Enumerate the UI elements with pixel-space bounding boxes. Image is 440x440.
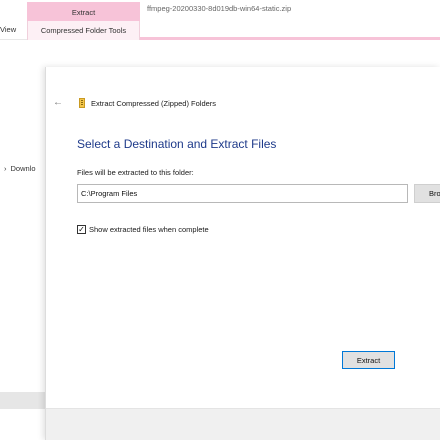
chevron-right-icon[interactable]: › — [4, 164, 7, 173]
browse-button[interactable]: Bro — [414, 184, 440, 203]
extract-dialog: ← Extract Compressed (Zipped) Folders Se… — [45, 67, 440, 440]
dialog-title: Extract Compressed (Zipped) Folders — [91, 99, 217, 108]
extract-button[interactable]: Extract — [342, 351, 395, 369]
ribbon-tab-extract[interactable]: Extract — [27, 2, 140, 22]
window-title: ffmpeg-20200330-8d019db-win64-static.zip — [147, 4, 292, 13]
navigation-pane: › Downlo — [0, 41, 45, 440]
ribbon-tab-view[interactable]: View — [0, 25, 16, 34]
ribbon-tab-compressed-folder-tools[interactable]: Compressed Folder Tools — [27, 21, 140, 40]
nav-item-label: Downlo — [10, 164, 36, 173]
ribbon-accent-strip — [140, 37, 440, 40]
show-files-checkbox-row[interactable]: ✓ Show extracted files when complete — [77, 225, 209, 234]
checkmark-icon: ✓ — [78, 224, 85, 234]
back-arrow-icon[interactable]: ← — [51, 96, 65, 108]
destination-label: Files will be extracted to this folder: — [77, 168, 194, 177]
nav-pane-selected-row[interactable] — [0, 392, 45, 409]
zip-folder-icon — [79, 98, 85, 108]
dialog-heading: Select a Destination and Extract Files — [77, 137, 277, 151]
show-files-checkbox[interactable]: ✓ — [77, 225, 86, 234]
destination-path-input[interactable] — [77, 184, 408, 203]
dialog-footer — [46, 408, 440, 440]
show-files-checkbox-label[interactable]: Show extracted files when complete — [89, 225, 209, 234]
nav-item-downloads[interactable]: › Downlo — [4, 164, 36, 173]
